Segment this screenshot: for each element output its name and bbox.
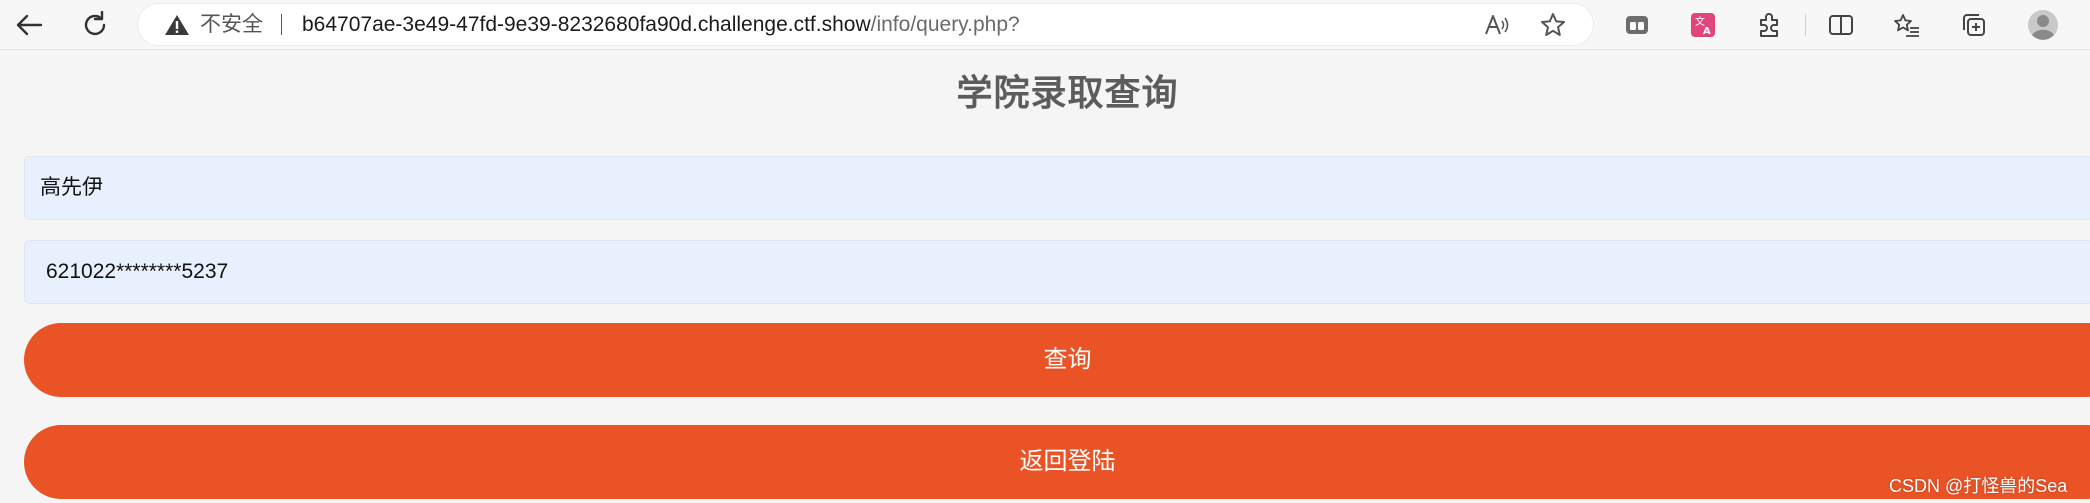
- extensions-icon[interactable]: [1752, 8, 1786, 42]
- warning-icon[interactable]: [164, 14, 190, 41]
- name-input-value: 高先伊: [40, 176, 103, 199]
- toolbar-divider: [1805, 14, 1806, 36]
- favorites-icon[interactable]: [1890, 8, 1924, 42]
- favorite-star-icon[interactable]: [1540, 12, 1566, 38]
- split-screen-icon[interactable]: [1824, 8, 1858, 42]
- query-button-label: 查询: [1043, 346, 1092, 373]
- url-text[interactable]: b64707ae-3e49-47fd-9e39-8232680fa90d.cha…: [302, 4, 1020, 45]
- refresh-button[interactable]: [76, 8, 114, 42]
- back-icon: [16, 14, 43, 36]
- back-to-login-button[interactable]: 返回登陆: [24, 425, 2090, 499]
- security-status-label[interactable]: 不安全: [200, 4, 263, 45]
- address-divider: [281, 14, 282, 35]
- address-bar[interactable]: 不安全 b64707ae-3e49-47fd-9e39-8232680fa90d…: [138, 4, 1593, 45]
- url-host: b64707ae-3e49-47fd-9e39-8232680fa90d.cha…: [302, 13, 871, 36]
- back-to-login-button-label: 返回登陆: [1019, 448, 1116, 475]
- query-button[interactable]: 查询: [24, 323, 2090, 397]
- back-button[interactable]: [10, 8, 48, 42]
- tab-actions-icon[interactable]: [1620, 8, 1654, 42]
- page-title: 学院录取查询: [956, 72, 1179, 113]
- collections-icon[interactable]: [1957, 8, 1991, 42]
- translate-icon[interactable]: 文 A: [1686, 8, 1720, 42]
- csdn-watermark: CSDN @打怪兽的Sea: [1889, 476, 2068, 496]
- url-path: /info/query.php?: [870, 13, 1020, 36]
- read-aloud-icon[interactable]: [1484, 12, 1510, 38]
- profile-avatar-icon[interactable]: [2026, 8, 2060, 42]
- name-input[interactable]: 高先伊: [24, 156, 2090, 220]
- refresh-icon: [84, 11, 106, 36]
- id-number-input[interactable]: 621022********5237: [24, 240, 2090, 304]
- id-number-input-value: 621022********5237: [46, 260, 229, 283]
- browser-toolbar: 不安全 b64707ae-3e49-47fd-9e39-8232680fa90d…: [0, 0, 2090, 50]
- svg-text:A: A: [1703, 26, 1711, 37]
